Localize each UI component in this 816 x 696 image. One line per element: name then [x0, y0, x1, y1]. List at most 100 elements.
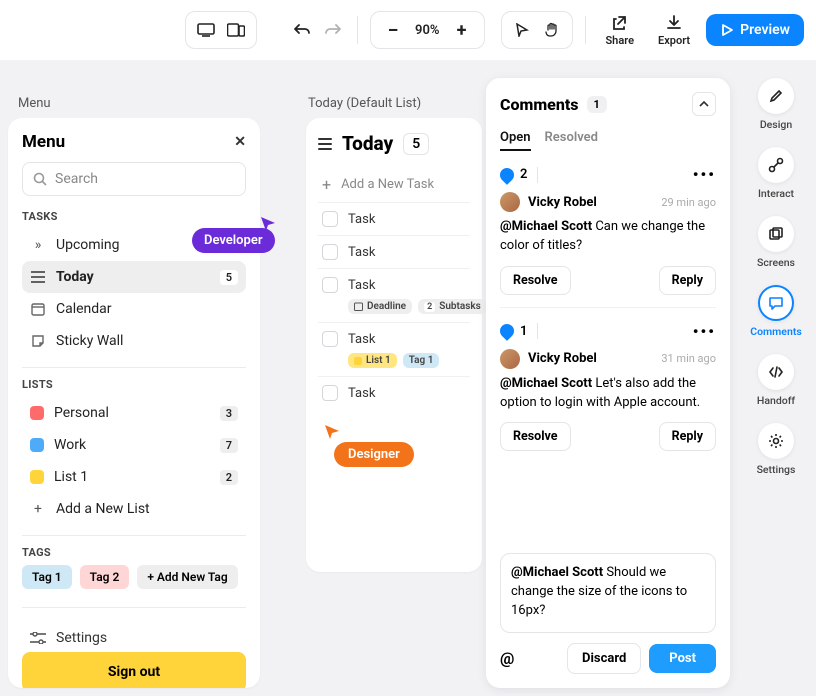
plus-icon: +: [30, 501, 46, 517]
comment-icon: [758, 285, 794, 321]
play-icon: [720, 23, 734, 37]
right-rail: Design Interact Screens Comments Handoff…: [744, 78, 808, 476]
comments-title: Comments: [500, 95, 579, 114]
device-toggle: [185, 11, 257, 49]
mention-button[interactable]: @: [500, 649, 514, 668]
search-input[interactable]: Search: [22, 162, 246, 196]
menu-icon[interactable]: [318, 138, 332, 150]
reply-button[interactable]: Reply: [659, 422, 716, 451]
sliders-icon: [30, 630, 46, 646]
comment-input[interactable]: @Michael Scott Should we change the size…: [500, 553, 716, 633]
breadcrumb-menu: Menu: [18, 96, 51, 111]
sign-out-button[interactable]: Sign out: [22, 652, 246, 688]
checkbox[interactable]: [322, 244, 338, 260]
sidebar-item-work[interactable]: Work 7: [22, 429, 246, 461]
gear-icon: [758, 423, 794, 459]
redo-icon[interactable]: [322, 18, 345, 42]
zoom-out-icon[interactable]: −: [381, 18, 405, 42]
tasks-section-label: TASKS: [22, 210, 246, 223]
share-button[interactable]: Share: [597, 14, 642, 47]
tag-pill: Tag 1: [403, 353, 440, 368]
rail-comments[interactable]: Comments: [750, 285, 802, 338]
color-chip: [30, 438, 44, 452]
sidebar-item-list1[interactable]: List 1 2: [22, 461, 246, 493]
undo-icon[interactable]: [290, 18, 313, 42]
menu-panel: Menu ✕ Search TASKS » Upcoming Today 5 C…: [8, 118, 260, 688]
checkbox[interactable]: [322, 385, 338, 401]
tag-chip[interactable]: Tag 1: [22, 565, 72, 589]
resolve-button[interactable]: Resolve: [500, 422, 571, 451]
breadcrumb-today: Today (Default List): [308, 96, 421, 111]
more-icon[interactable]: •••: [693, 322, 716, 341]
tab-open[interactable]: Open: [500, 130, 531, 151]
cursor-toggle: [501, 11, 573, 49]
more-icon[interactable]: •••: [693, 165, 716, 184]
zoom-value: 90%: [415, 23, 439, 38]
task-row[interactable]: Task: [318, 236, 470, 269]
comments-count: 1: [587, 96, 607, 113]
rail-interact[interactable]: Interact: [758, 147, 794, 200]
checkbox[interactable]: [322, 277, 338, 293]
pencil-icon: [758, 78, 794, 114]
rail-screens[interactable]: Screens: [757, 216, 795, 269]
avatar: [500, 349, 520, 369]
hand-icon[interactable]: [540, 18, 564, 42]
export-button[interactable]: Export: [650, 14, 698, 47]
comment-thread: 2 ••• Vicky Robel 29 min ago @Michael Sc…: [500, 165, 716, 308]
task-row[interactable]: Task Deadline 2Subtasks: [318, 269, 470, 323]
list-icon: [30, 269, 46, 285]
color-chip: [30, 406, 44, 420]
menu-title: Menu: [22, 132, 65, 152]
screens-icon: [758, 216, 794, 252]
search-icon: [33, 172, 47, 186]
today-panel: Today 5 + Add a New Task Task Task Task …: [306, 118, 482, 572]
link-icon: [758, 147, 794, 183]
checkbox[interactable]: [322, 331, 338, 347]
rail-settings[interactable]: Settings: [757, 423, 796, 476]
sidebar-item-sticky-wall[interactable]: Sticky Wall: [22, 325, 246, 357]
post-button[interactable]: Post: [649, 644, 716, 673]
play-cursor-icon[interactable]: [510, 18, 534, 42]
responsive-icon[interactable]: [224, 18, 248, 42]
list-pill: List 1: [348, 353, 397, 368]
topbar: − 90% + Share Export Preview: [0, 0, 816, 60]
add-list-button[interactable]: + Add a New List: [22, 493, 246, 525]
close-icon[interactable]: ✕: [234, 134, 246, 150]
zoom-in-icon[interactable]: +: [450, 18, 474, 42]
today-count: 5: [403, 133, 429, 155]
tags-section-label: TAGS: [22, 546, 246, 559]
collapse-button[interactable]: [692, 92, 716, 116]
plus-icon: +: [322, 175, 331, 194]
resolve-button[interactable]: Resolve: [500, 266, 571, 295]
reply-button[interactable]: Reply: [659, 266, 716, 295]
chevrons-right-icon: »: [30, 237, 46, 253]
preview-button[interactable]: Preview: [706, 14, 804, 46]
color-chip: [30, 470, 44, 484]
desktop-icon[interactable]: [194, 18, 218, 42]
rail-handoff[interactable]: Handoff: [757, 354, 795, 407]
sidebar-item-personal[interactable]: Personal 3: [22, 397, 246, 429]
today-title: Today: [342, 132, 393, 155]
task-row[interactable]: Task List 1 Tag 1: [318, 323, 470, 377]
checkbox[interactable]: [322, 211, 338, 227]
add-tag-button[interactable]: + Add New Tag: [137, 565, 237, 589]
sidebar-item-today[interactable]: Today 5: [22, 261, 246, 293]
developer-cursor-label: Developer: [192, 228, 275, 253]
add-task-button[interactable]: + Add a New Task: [318, 167, 470, 203]
tab-resolved[interactable]: Resolved: [545, 130, 598, 151]
avatar: [500, 192, 520, 212]
task-row[interactable]: Task: [318, 203, 470, 236]
code-icon: [758, 354, 794, 390]
pin-icon: [497, 321, 517, 341]
task-row[interactable]: Task: [318, 377, 470, 409]
settings-link[interactable]: Settings: [22, 622, 246, 654]
discard-button[interactable]: Discard: [567, 643, 641, 674]
sidebar-item-calendar[interactable]: Calendar: [22, 293, 246, 325]
pin-icon: [497, 165, 517, 185]
rail-design[interactable]: Design: [758, 78, 794, 131]
comments-panel: Comments 1 Open Resolved 2 ••• Vicky Rob…: [486, 78, 730, 688]
zoom-control: − 90% +: [370, 11, 484, 49]
tag-chip[interactable]: Tag 2: [80, 565, 130, 589]
subtasks-pill: 2Subtasks: [418, 299, 487, 314]
deadline-pill: Deadline: [348, 299, 412, 314]
